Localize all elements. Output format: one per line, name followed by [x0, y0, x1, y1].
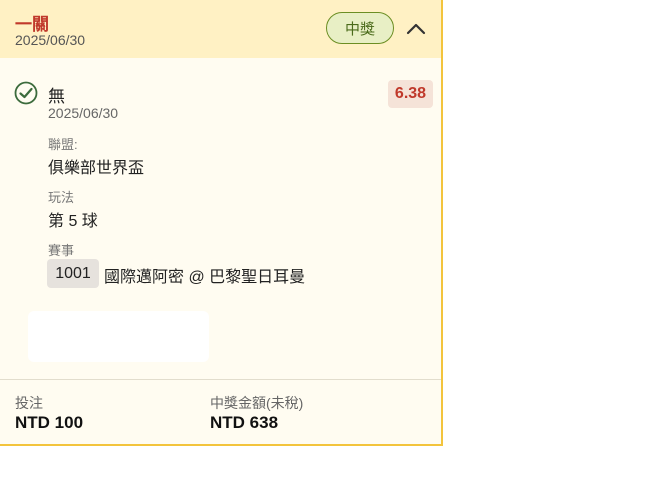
play-value: 第 5 球	[48, 213, 98, 230]
divider	[0, 379, 441, 380]
payout-label: 中獎金額(未稅)	[210, 395, 304, 411]
bet-ticket-card: 一關 2025/06/30 中獎 無 2025/06/30 6.38 聯盟: 俱…	[0, 0, 443, 446]
chevron-up-icon	[406, 23, 426, 35]
selection-pick: 無	[48, 87, 65, 106]
payout-value: NTD 638	[210, 413, 279, 432]
selection-date: 2025/06/30	[48, 105, 119, 121]
check-circle-icon	[14, 81, 38, 105]
match-code: 1001	[47, 259, 99, 288]
odds-value: 6.38	[388, 80, 433, 108]
play-label: 玩法	[48, 190, 75, 205]
event-label: 賽事	[48, 243, 75, 258]
league-value: 俱樂部世界盃	[48, 160, 145, 177]
stake-label: 投注	[15, 395, 43, 411]
blank-panel	[28, 311, 209, 362]
league-label: 聯盟:	[48, 137, 78, 152]
stake-value: NTD 100	[15, 413, 84, 432]
status-badge: 中獎	[326, 12, 394, 44]
ticket-header[interactable]: 一關 2025/06/30 中獎	[0, 0, 441, 58]
match-name: 國際邁阿密 @ 巴黎聖日耳曼	[104, 269, 306, 286]
ticket-date: 2025/06/30	[15, 32, 86, 48]
collapse-button[interactable]	[402, 14, 430, 42]
